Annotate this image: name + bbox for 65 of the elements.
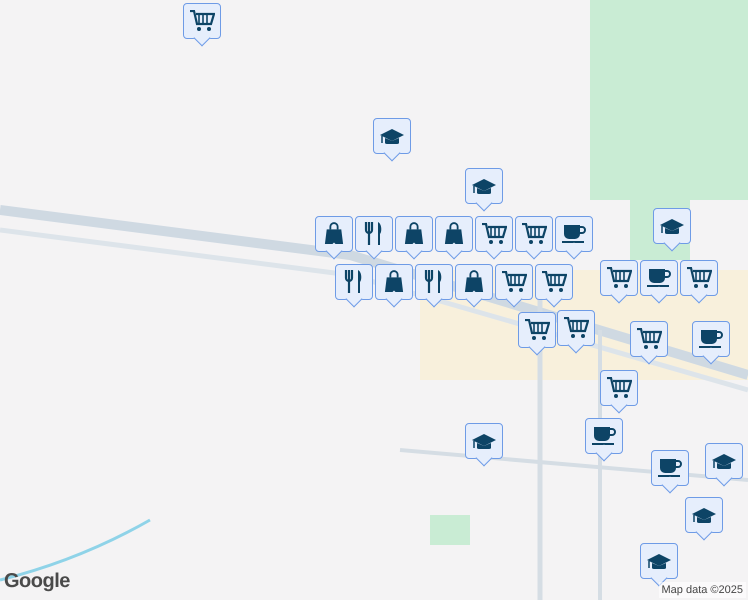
shop-marker[interactable] (475, 213, 513, 259)
graduation-cap-icon (711, 452, 737, 468)
school-marker[interactable] (685, 494, 723, 540)
shopping-bag-icon (384, 270, 404, 293)
cart-icon (686, 266, 712, 288)
shop-marker[interactable] (600, 257, 638, 303)
cart-icon (524, 318, 550, 340)
school-marker[interactable] (465, 165, 503, 211)
shop-marker[interactable] (515, 213, 553, 259)
shop-marker[interactable] (183, 0, 221, 46)
coffee-cup-icon (698, 328, 724, 348)
shopping-bag-icon (324, 222, 344, 245)
cart-icon (501, 270, 527, 292)
school-marker[interactable] (640, 540, 678, 586)
cafe-marker[interactable] (692, 318, 730, 364)
shop-marker[interactable] (630, 318, 668, 364)
google-logo[interactable]: Google (4, 566, 70, 596)
fork-knife-icon (364, 221, 384, 246)
cafe-marker[interactable] (585, 415, 623, 461)
shop-marker[interactable] (600, 367, 638, 413)
coffee-cup-icon (591, 426, 617, 446)
shopping-bag-icon (464, 270, 484, 293)
coffee-cup-icon (657, 458, 683, 478)
shop-marker[interactable] (395, 213, 433, 259)
restaurant-marker[interactable] (355, 213, 393, 259)
graduation-cap-icon (471, 432, 497, 448)
cart-icon (563, 316, 589, 338)
fork-knife-icon (424, 269, 444, 294)
school-marker[interactable] (705, 440, 743, 486)
school-marker[interactable] (373, 115, 411, 161)
graduation-cap-icon (691, 506, 717, 522)
cart-icon (481, 222, 507, 244)
cart-icon (189, 10, 215, 32)
cafe-marker[interactable] (555, 213, 593, 259)
fork-knife-icon (344, 269, 364, 294)
coffee-cup-icon (561, 224, 587, 244)
coffee-cup-icon (646, 268, 672, 288)
shop-marker[interactable] (680, 257, 718, 303)
graduation-cap-icon (471, 178, 497, 194)
shop-marker[interactable] (518, 309, 556, 355)
restaurant-marker[interactable] (415, 261, 453, 307)
cart-icon (636, 328, 662, 350)
cafe-marker[interactable] (651, 447, 689, 493)
graduation-cap-icon (646, 552, 672, 568)
shop-marker[interactable] (455, 261, 493, 307)
shopping-bag-icon (444, 222, 464, 245)
graduation-cap-icon (379, 128, 405, 144)
cart-icon (521, 222, 547, 244)
graduation-cap-icon (659, 218, 685, 234)
shop-marker[interactable] (435, 213, 473, 259)
shop-marker[interactable] (375, 261, 413, 307)
shop-marker[interactable] (315, 213, 353, 259)
restaurant-marker[interactable] (335, 261, 373, 307)
shopping-bag-icon (404, 222, 424, 245)
map-data-attribution[interactable]: Map data ©2025 (658, 582, 746, 598)
shop-marker[interactable] (557, 307, 595, 353)
school-marker[interactable] (653, 205, 691, 251)
cart-icon (606, 376, 632, 398)
cart-icon (541, 270, 567, 292)
shop-marker[interactable] (495, 261, 533, 307)
cafe-marker[interactable] (640, 257, 678, 303)
shop-marker[interactable] (535, 261, 573, 307)
park-area (430, 515, 470, 545)
cart-icon (606, 266, 632, 288)
school-marker[interactable] (465, 420, 503, 466)
